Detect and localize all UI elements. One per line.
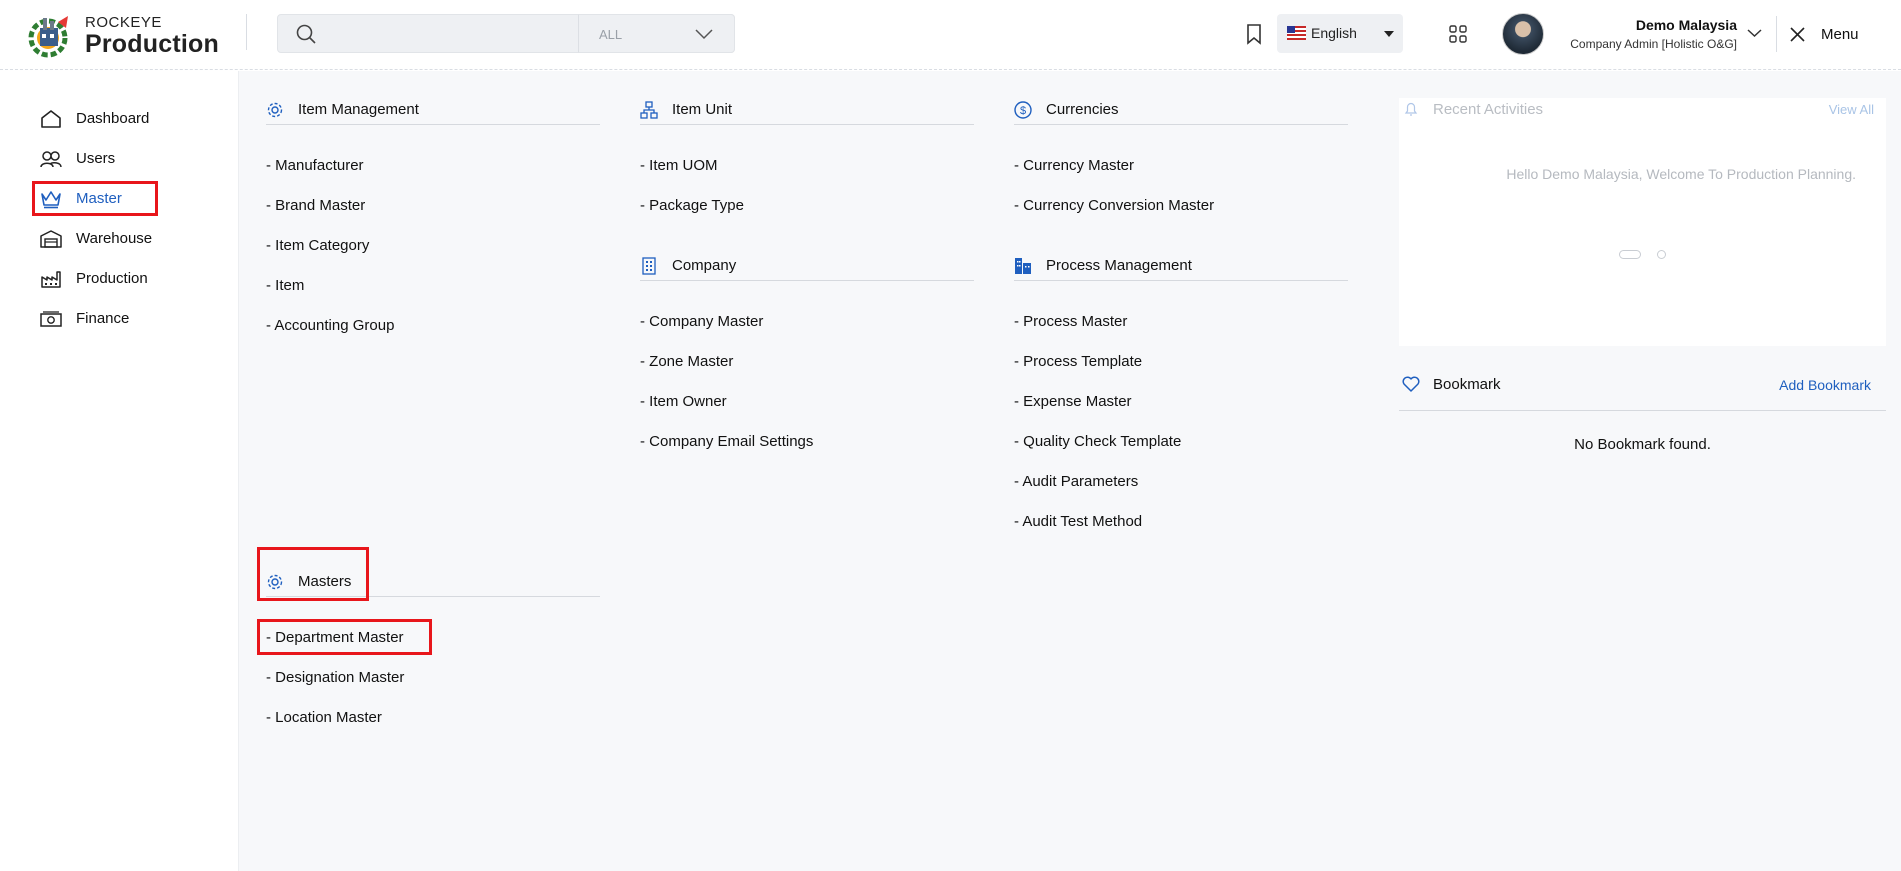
us-flag-icon xyxy=(1287,26,1306,40)
home-icon xyxy=(41,110,61,128)
section-header: Company xyxy=(640,253,974,279)
section-title: Item Unit xyxy=(672,101,733,118)
section-title: Currencies xyxy=(1046,101,1119,118)
highlight-box-masters xyxy=(257,547,369,601)
money-icon xyxy=(40,311,62,327)
dollar-icon: $ xyxy=(1014,101,1032,119)
sidebar-item-label: Warehouse xyxy=(76,230,153,247)
warehouse-icon xyxy=(40,230,62,248)
section-header: Process Management xyxy=(1014,253,1348,279)
language-selector[interactable]: English xyxy=(1277,14,1403,53)
link-quality-check-template[interactable]: - Quality Check Template xyxy=(1014,433,1181,450)
link-item-category[interactable]: - Item Category xyxy=(266,237,369,254)
link-company-email-settings[interactable]: - Company Email Settings xyxy=(640,433,813,450)
link-currency-conversion-master[interactable]: - Currency Conversion Master xyxy=(1014,197,1214,214)
section-divider xyxy=(1014,280,1348,281)
sidebar-item-users[interactable]: Users xyxy=(38,144,188,174)
gear-icon xyxy=(267,102,283,118)
bookmark-divider xyxy=(1399,410,1886,411)
link-manufacturer[interactable]: - Manufacturer xyxy=(266,157,364,174)
header-divider xyxy=(1776,16,1777,52)
link-zone-master[interactable]: - Zone Master xyxy=(640,353,733,370)
building-icon xyxy=(642,257,656,275)
link-company-master[interactable]: - Company Master xyxy=(640,313,763,330)
search-icon[interactable] xyxy=(296,24,316,44)
brand-main-text: Production xyxy=(85,30,219,58)
link-package-type[interactable]: - Package Type xyxy=(640,197,744,214)
chevron-down-icon[interactable] xyxy=(1747,27,1762,39)
link-designation-master[interactable]: - Designation Master xyxy=(266,669,404,686)
user-name[interactable]: Demo Malaysia xyxy=(1560,17,1737,33)
link-currency-master[interactable]: - Currency Master xyxy=(1014,157,1134,174)
users-icon xyxy=(40,151,62,168)
sidebar-item-label: Users xyxy=(76,150,116,167)
header-divider xyxy=(246,14,247,50)
bookmark-header: Bookmark Add Bookmark xyxy=(1399,372,1886,412)
sidebar-item-dashboard[interactable]: Dashboard xyxy=(38,104,188,134)
welcome-message: Hello Demo Malaysia, Welcome To Producti… xyxy=(1506,166,1856,182)
bookmark-icon[interactable] xyxy=(1245,23,1263,45)
view-all-link[interactable]: View All xyxy=(1829,102,1874,117)
carousel-dot[interactable] xyxy=(1657,250,1666,259)
recent-activities-card: Recent Activities View All Hello Demo Ma… xyxy=(1399,98,1886,346)
section-divider xyxy=(1014,124,1348,125)
sidebar-item-warehouse[interactable]: Warehouse xyxy=(38,224,188,254)
section-header: Item Unit xyxy=(640,97,974,123)
bookmark-title: Bookmark xyxy=(1433,376,1501,393)
sidebar-item-production[interactable]: Production xyxy=(38,264,188,294)
sidebar-item-label: Production xyxy=(76,270,148,287)
bookmark-empty-message: No Bookmark found. xyxy=(1574,436,1711,453)
brand-top-text: ROCKEYE xyxy=(85,14,162,31)
link-accounting-group[interactable]: - Accounting Group xyxy=(266,317,394,334)
apps-grid-icon[interactable] xyxy=(1449,25,1467,43)
carousel-dot-active[interactable] xyxy=(1619,250,1641,259)
chevron-down-icon xyxy=(695,29,713,40)
add-bookmark-button[interactable]: Add Bookmark xyxy=(1779,377,1871,393)
link-item-owner[interactable]: - Item Owner xyxy=(640,393,727,410)
highlight-box-department-master xyxy=(257,619,432,655)
svg-text:$: $ xyxy=(1020,105,1026,117)
close-icon[interactable] xyxy=(1790,27,1805,42)
top-header: ROCKEYE Production ALL English Demo Mala… xyxy=(0,0,1901,70)
link-brand-master[interactable]: - Brand Master xyxy=(266,197,365,214)
section-divider xyxy=(266,124,600,125)
avatar[interactable] xyxy=(1502,13,1544,55)
section-header: Item Management xyxy=(266,97,600,123)
menu-toggle-label[interactable]: Menu xyxy=(1821,26,1859,43)
section-title: Company xyxy=(672,257,737,274)
sidebar-item-label: Dashboard xyxy=(76,110,150,127)
search-scope-select[interactable]: ALL xyxy=(578,14,735,53)
highlight-box-master xyxy=(32,181,158,216)
heart-icon xyxy=(1402,376,1420,392)
section-divider xyxy=(640,280,974,281)
link-item-uom[interactable]: - Item UOM xyxy=(640,157,718,174)
section-title: Process Management xyxy=(1046,257,1192,274)
section-divider xyxy=(640,124,974,125)
section-title: Item Management xyxy=(298,101,419,118)
rockeye-logo[interactable] xyxy=(28,12,72,58)
language-label: English xyxy=(1311,25,1357,41)
link-process-template[interactable]: - Process Template xyxy=(1014,353,1142,370)
link-process-master[interactable]: - Process Master xyxy=(1014,313,1127,330)
factory-icon xyxy=(41,271,61,288)
bell-icon xyxy=(1404,102,1418,116)
user-role: Company Admin [Holistic O&G] xyxy=(1570,37,1737,51)
sidebar-item-label: Finance xyxy=(76,310,130,327)
link-item[interactable]: - Item xyxy=(266,277,304,294)
sidebar-item-finance[interactable]: Finance xyxy=(38,304,188,334)
link-location-master[interactable]: - Location Master xyxy=(266,709,382,726)
link-audit-test-method[interactable]: - Audit Test Method xyxy=(1014,513,1142,530)
section-header: $ Currencies xyxy=(1014,97,1348,123)
hierarchy-icon xyxy=(640,101,658,119)
link-audit-parameters[interactable]: - Audit Parameters xyxy=(1014,473,1138,490)
city-buildings-icon xyxy=(1015,258,1031,274)
search-scope-value: ALL xyxy=(599,27,623,42)
recent-activities-title: Recent Activities xyxy=(1433,101,1544,118)
link-expense-master[interactable]: - Expense Master xyxy=(1014,393,1132,410)
caret-down-icon xyxy=(1384,31,1394,37)
